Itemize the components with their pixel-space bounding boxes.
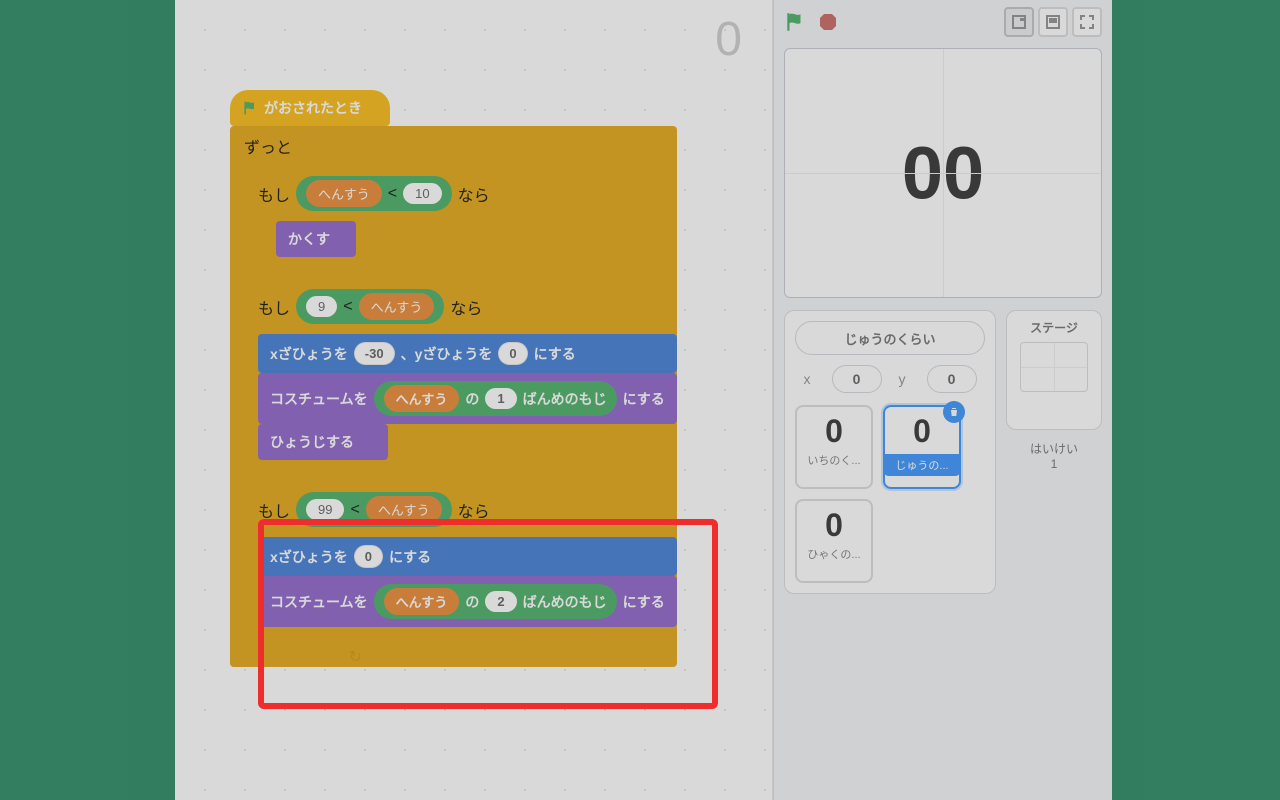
- fullscreen-button[interactable]: [1072, 7, 1102, 37]
- thumb-label: じゅうの...: [883, 454, 961, 476]
- y-value[interactable]: 0: [927, 365, 977, 393]
- sprite-info-panel: じゅうのくらい x 0 y 0 0 いちのく... 0 じゅ: [784, 310, 996, 594]
- txt: にする: [623, 389, 665, 409]
- number-input[interactable]: 0: [354, 545, 383, 568]
- then-label: なら: [458, 182, 490, 206]
- large-stage-button[interactable]: [1038, 7, 1068, 37]
- if-block-3[interactable]: もし 99 < へんすう なら xざひょうを 0: [244, 484, 677, 647]
- lt-symbol: <: [343, 298, 352, 316]
- sprite-name-input[interactable]: じゅうのくらい: [795, 321, 985, 355]
- txt: にする: [623, 592, 665, 612]
- txt: にする: [534, 344, 576, 364]
- hide-block[interactable]: かくす: [276, 221, 356, 257]
- x-label: x: [804, 371, 811, 387]
- variable-pill[interactable]: へんすう: [384, 385, 460, 412]
- operator-lt[interactable]: 99 < へんすう: [296, 492, 452, 527]
- if-label: もし: [258, 295, 290, 319]
- y-label: y: [899, 371, 906, 387]
- forever-block[interactable]: ずっと もし へんすう < 10 なら: [230, 126, 677, 667]
- thumb-char: 0: [797, 507, 871, 544]
- operator-lt[interactable]: へんすう < 10: [296, 176, 452, 211]
- stage[interactable]: 00: [784, 48, 1102, 298]
- hide-label: かくす: [288, 229, 330, 249]
- txt: xざひょうを: [270, 547, 348, 567]
- variable-pill[interactable]: へんすう: [384, 588, 460, 615]
- sprite-direction-indicator: 0: [715, 12, 742, 67]
- delete-sprite-icon[interactable]: [943, 401, 965, 423]
- goto-xy-block[interactable]: xざひょうを -30 、yざひょうを 0 にする: [258, 334, 677, 373]
- txt: コスチュームを: [270, 389, 368, 409]
- txt: の: [465, 389, 479, 409]
- sprite-thumb-ichi[interactable]: 0 いちのく...: [795, 405, 873, 489]
- operator-lt[interactable]: 9 < へんすう: [296, 289, 444, 324]
- stage-selector[interactable]: ステージ: [1006, 310, 1102, 430]
- txt: 、yざひょうを: [401, 344, 493, 364]
- green-flag-icon: [242, 100, 258, 116]
- stage-content: 00: [785, 131, 1101, 216]
- number-input[interactable]: -30: [354, 342, 395, 365]
- small-stage-button[interactable]: [1004, 7, 1034, 37]
- then-label: なら: [458, 498, 490, 522]
- stage-mini-icon: [1020, 342, 1088, 392]
- if-label: もし: [258, 182, 290, 206]
- green-flag-icon[interactable]: [784, 11, 806, 33]
- set-x-block[interactable]: xざひょうを 0 にする: [258, 537, 677, 576]
- then-label: なら: [450, 295, 482, 319]
- lt-symbol: <: [388, 185, 397, 203]
- stage-title: ステージ: [1030, 319, 1078, 336]
- show-block[interactable]: ひょうじする: [258, 424, 388, 460]
- backdrop-count: 1: [1006, 457, 1102, 471]
- hat-when-flag-clicked[interactable]: がおされたとき: [230, 90, 390, 126]
- number-input[interactable]: 99: [306, 499, 344, 520]
- number-input[interactable]: 0: [498, 342, 527, 365]
- x-value[interactable]: 0: [832, 365, 882, 393]
- number-input[interactable]: 1: [485, 388, 516, 409]
- switch-costume-block[interactable]: コスチュームを へんすう の 1 ばんめのもじ にする: [258, 373, 677, 424]
- txt: xざひょうを: [270, 344, 348, 364]
- txt: ばんめのもじ: [523, 592, 607, 612]
- forever-label: ずっと: [244, 134, 292, 158]
- sprite-thumb-hyaku[interactable]: 0 ひゃくの...: [795, 499, 873, 583]
- variable-pill[interactable]: へんすう: [306, 180, 382, 207]
- txt: コスチュームを: [270, 592, 368, 612]
- hat-label: がおされたとき: [264, 98, 362, 118]
- stop-icon[interactable]: [818, 12, 838, 32]
- sprite-thumb-juu[interactable]: 0 じゅうの...: [883, 405, 961, 489]
- thumb-char: 0: [797, 413, 871, 450]
- backdrop-label: はいけい: [1006, 440, 1102, 457]
- lt-symbol: <: [350, 501, 359, 519]
- variable-pill[interactable]: へんすう: [359, 293, 435, 320]
- txt: にする: [389, 547, 431, 567]
- number-input[interactable]: 2: [485, 591, 516, 612]
- variable-pill[interactable]: へんすう: [366, 496, 442, 523]
- thumb-label: ひゃくの...: [797, 546, 871, 562]
- if-label: もし: [258, 498, 290, 522]
- if-block-2[interactable]: もし 9 < へんすう なら xざひょうを -30: [244, 281, 677, 480]
- txt: ばんめのもじ: [523, 389, 607, 409]
- operator-letter-of[interactable]: へんすう の 2 ばんめのもじ: [374, 584, 617, 619]
- operator-letter-of[interactable]: へんすう の 1 ばんめのもじ: [374, 381, 617, 416]
- number-input[interactable]: 10: [403, 183, 441, 204]
- script-area[interactable]: 0 がおされたとき ずっと もし へんすう: [175, 0, 773, 800]
- if-block-1[interactable]: もし へんすう < 10 なら かくす: [244, 168, 504, 277]
- show-label: ひょうじする: [270, 432, 354, 452]
- switch-costume-block[interactable]: コスチュームを へんすう の 2 ばんめのもじ にする: [258, 576, 677, 627]
- txt: の: [465, 592, 479, 612]
- thumb-label: いちのく...: [797, 452, 871, 468]
- number-input[interactable]: 9: [306, 296, 337, 317]
